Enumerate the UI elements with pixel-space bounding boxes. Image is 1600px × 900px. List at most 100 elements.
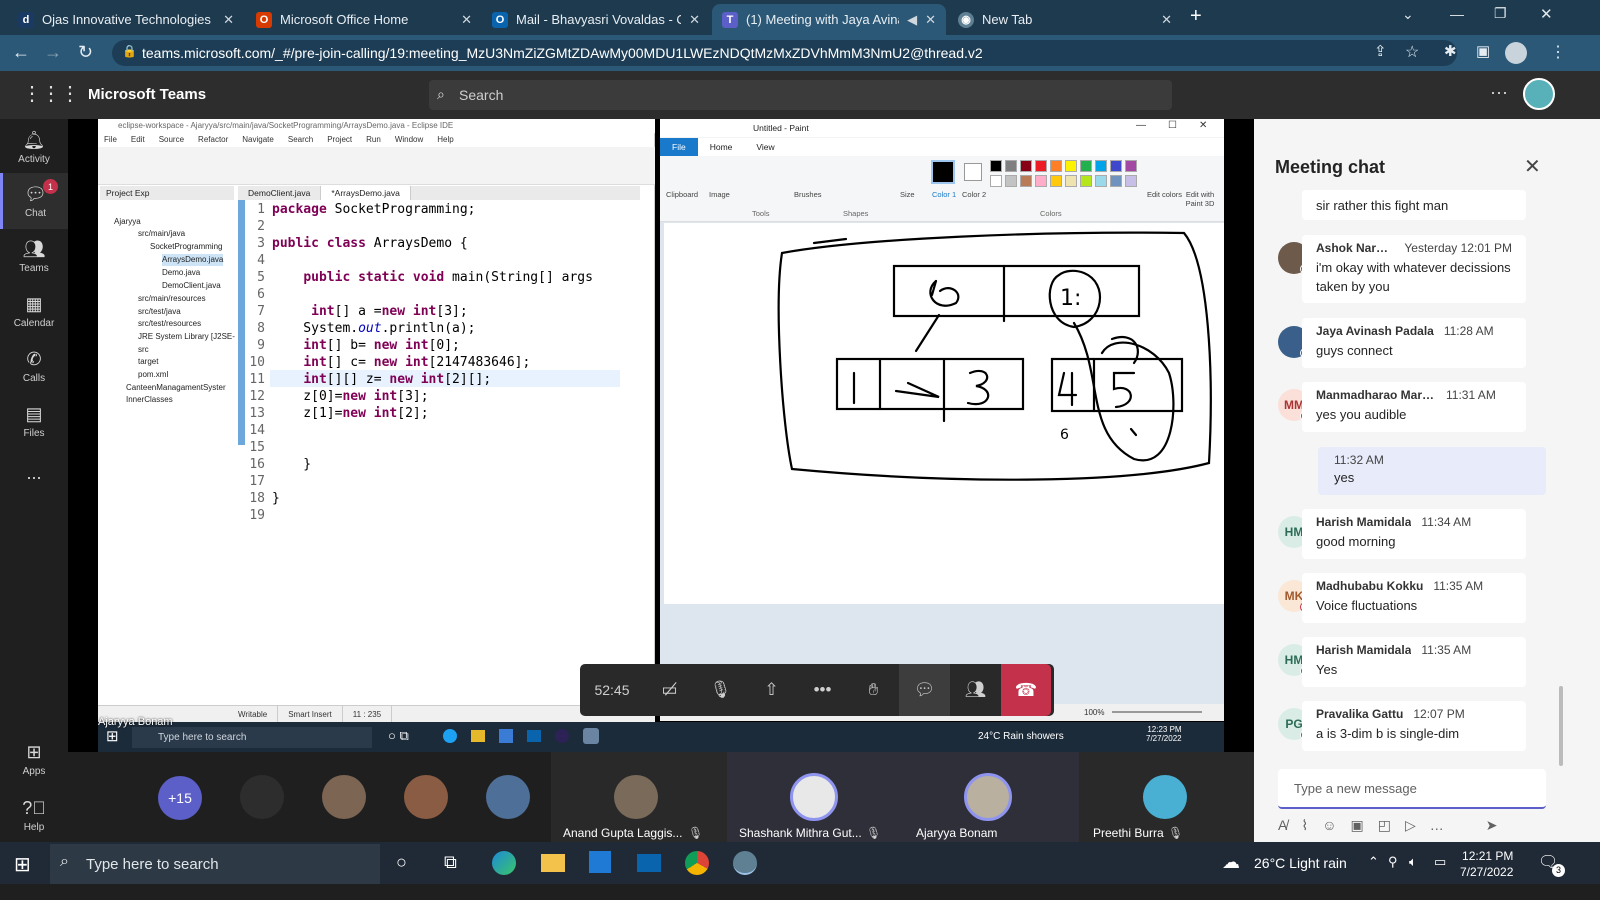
clipboard-group[interactable]: Clipboard bbox=[666, 190, 698, 199]
edge-icon[interactable] bbox=[492, 851, 516, 875]
paint-tab-view[interactable]: View bbox=[744, 138, 786, 156]
palette-swatch[interactable] bbox=[1005, 160, 1017, 172]
browser-tab-active[interactable]: T (1) Meeting with Jaya Avinas ◀ ✕ bbox=[712, 4, 946, 35]
mail-icon[interactable] bbox=[637, 854, 661, 872]
sidepanel-icon[interactable]: ▣ bbox=[1476, 42, 1490, 60]
people-icon[interactable]: 👥︎ bbox=[950, 664, 1001, 716]
palette-swatch[interactable] bbox=[1035, 160, 1047, 172]
volume-icon[interactable]: 🔈︎ bbox=[1409, 854, 1417, 870]
palette-swatch[interactable] bbox=[1110, 160, 1122, 172]
task-view-icon[interactable]: ⧉ bbox=[444, 852, 457, 873]
overflow-participants-button[interactable]: +15 bbox=[158, 776, 202, 820]
share-icon[interactable]: ⇧ bbox=[746, 664, 797, 716]
paint-tab-home[interactable]: Home bbox=[698, 138, 745, 156]
speaker-icon[interactable]: ◀ bbox=[907, 12, 917, 28]
palette-swatch[interactable] bbox=[990, 160, 1002, 172]
tree-item[interactable]: target bbox=[138, 356, 158, 368]
chrome-profile-icon[interactable] bbox=[733, 851, 757, 875]
palette-swatch[interactable] bbox=[1095, 160, 1107, 172]
browser-tab[interactable]: d Ojas Innovative Technologies : Lo ✕ bbox=[8, 4, 244, 35]
network-icon[interactable]: ⚲ bbox=[1388, 854, 1398, 870]
tree-item[interactable]: src/main/java bbox=[138, 228, 185, 240]
palette-swatch[interactable] bbox=[1050, 175, 1062, 187]
restore-icon[interactable]: ❐ bbox=[1494, 5, 1507, 22]
tree-item[interactable]: pom.xml bbox=[138, 369, 168, 381]
rail-item-files[interactable]: ▤ Files bbox=[0, 393, 68, 449]
menu-item[interactable]: Window bbox=[395, 133, 423, 147]
clock[interactable]: 12:21 PM 7/27/2022 bbox=[1460, 848, 1513, 880]
tree-item[interactable]: src bbox=[138, 344, 149, 356]
search-input[interactable]: ⌕ Search bbox=[429, 80, 1172, 110]
edit-colors-button[interactable]: Edit colors bbox=[1147, 190, 1182, 199]
more-options-icon[interactable]: ··· bbox=[1490, 82, 1508, 103]
close-icon[interactable]: ✕ bbox=[1524, 154, 1541, 179]
camera-off-icon[interactable]: ▭̸ bbox=[644, 664, 695, 716]
project-explorer-tab[interactable]: Project Exp bbox=[100, 186, 234, 200]
tree-item[interactable]: CanteenManagamentSyster bbox=[126, 382, 226, 394]
tree-item[interactable]: src/test/java bbox=[138, 306, 181, 318]
palette-swatch[interactable] bbox=[1080, 175, 1092, 187]
hangup-icon[interactable]: ☎ bbox=[1001, 664, 1051, 716]
tab-search-icon[interactable]: ⌄ bbox=[1402, 6, 1414, 23]
close-window-icon[interactable]: ✕ bbox=[1199, 120, 1207, 131]
send-icon[interactable]: ➤ bbox=[1486, 817, 1498, 837]
palette-swatch[interactable] bbox=[1125, 175, 1137, 187]
tree-item[interactable]: src/test/resources bbox=[138, 318, 201, 330]
participant-avatar[interactable] bbox=[322, 775, 366, 819]
profile-avatar[interactable] bbox=[1505, 42, 1527, 64]
paint3d-button[interactable]: Edit with Paint 3D bbox=[1180, 190, 1220, 208]
brushes-button[interactable]: Brushes bbox=[794, 190, 822, 199]
paint-tab-file[interactable]: File bbox=[660, 138, 698, 156]
close-icon[interactable]: ✕ bbox=[689, 12, 700, 28]
user-avatar[interactable] bbox=[1523, 78, 1555, 110]
close-icon[interactable]: ✕ bbox=[223, 12, 234, 28]
menu-item[interactable]: Source bbox=[159, 133, 184, 147]
rail-item-more[interactable]: ... bbox=[0, 445, 68, 501]
attach-icon[interactable]: ⌇ bbox=[1301, 817, 1308, 837]
bookmark-star-icon[interactable]: ☆ bbox=[1405, 42, 1419, 62]
editor-tab-active[interactable]: *ArraysDemo.java bbox=[321, 186, 411, 200]
tree-item[interactable]: SocketProgramming bbox=[150, 241, 222, 253]
palette-swatch[interactable] bbox=[1005, 175, 1017, 187]
participant-avatar[interactable] bbox=[486, 775, 530, 819]
windows-start-icon[interactable]: ⊞ bbox=[14, 852, 31, 877]
palette-swatch[interactable] bbox=[1110, 175, 1122, 187]
more-icon[interactable]: … bbox=[1430, 817, 1444, 837]
back-icon[interactable]: ← bbox=[12, 42, 30, 63]
browser-tab[interactable]: O Mail - Bhavyasri Vovaldas - Outlo ✕ bbox=[482, 4, 710, 35]
palette-swatch[interactable] bbox=[1020, 160, 1032, 172]
palette-swatch[interactable] bbox=[1095, 175, 1107, 187]
menu-kebab-icon[interactable]: ⋮ bbox=[1550, 42, 1566, 62]
loop-icon[interactable]: ▷ bbox=[1405, 817, 1416, 837]
tree-item[interactable]: src/main/resources bbox=[138, 293, 206, 305]
menu-item[interactable]: Project bbox=[327, 133, 352, 147]
file-explorer-icon[interactable] bbox=[541, 854, 565, 872]
size-button[interactable]: Size bbox=[900, 190, 915, 199]
format-icon[interactable]: A̸ bbox=[1278, 817, 1287, 837]
weather-text[interactable]: 26°C Light rain bbox=[1254, 855, 1347, 871]
chrome-icon[interactable] bbox=[685, 851, 709, 875]
minimize-icon[interactable]: — bbox=[1450, 6, 1464, 22]
extensions-icon[interactable]: ✱ bbox=[1444, 42, 1457, 60]
close-icon[interactable]: ✕ bbox=[925, 12, 936, 28]
color-palette[interactable] bbox=[990, 160, 1137, 202]
rail-item-apps[interactable]: ⊞ Apps bbox=[0, 731, 68, 787]
image-group[interactable]: Image bbox=[709, 190, 730, 199]
editor-tab[interactable]: DemoClient.java bbox=[238, 186, 322, 200]
more-icon[interactable]: ••• bbox=[797, 664, 848, 716]
menu-item[interactable]: Edit bbox=[131, 133, 145, 147]
app-launcher-icon[interactable]: ⋮⋮⋮ bbox=[22, 81, 80, 106]
new-tab-button[interactable]: + bbox=[1190, 5, 1202, 28]
palette-swatch[interactable] bbox=[1125, 160, 1137, 172]
tree-item[interactable]: InnerClasses bbox=[126, 394, 173, 406]
tree-item-selected[interactable]: ArraysDemo.java bbox=[162, 254, 224, 266]
palette-swatch[interactable] bbox=[1080, 160, 1092, 172]
zoom-slider[interactable] bbox=[1112, 711, 1202, 713]
paint-canvas[interactable]: 1: 6 bbox=[664, 223, 1224, 604]
share-icon[interactable]: ⇪ bbox=[1374, 42, 1387, 60]
rail-item-calendar[interactable]: ▦ Calendar bbox=[0, 283, 68, 339]
menu-item[interactable]: Run bbox=[366, 133, 381, 147]
raise-hand-icon[interactable]: ✋︎ bbox=[848, 664, 899, 716]
palette-swatch[interactable] bbox=[1035, 175, 1047, 187]
palette-swatch[interactable] bbox=[990, 175, 1002, 187]
